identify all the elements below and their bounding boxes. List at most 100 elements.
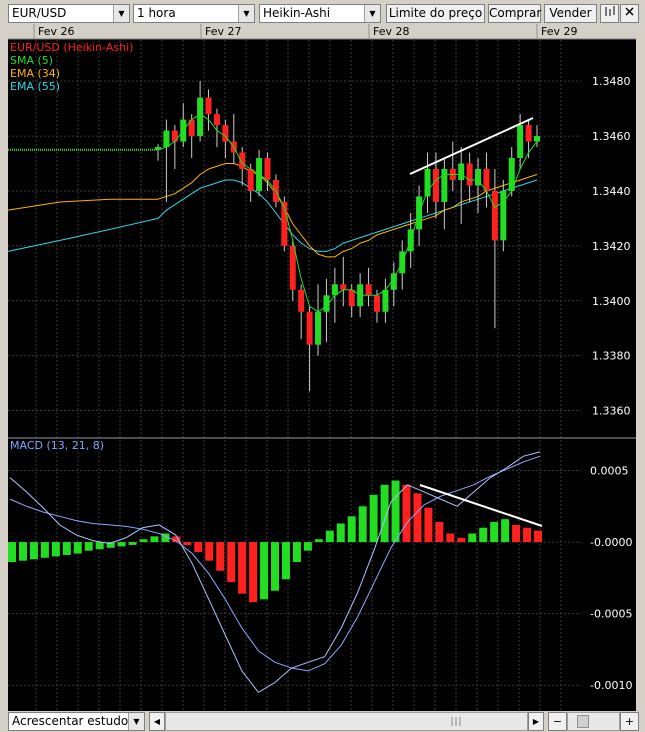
- histogram-bar: [314, 539, 323, 543]
- histogram-bar: [40, 542, 49, 558]
- price-tick-label: 1.3420: [592, 240, 631, 253]
- macd-tick-label: -0.0000: [590, 536, 632, 549]
- price-tick-label: 1.3380: [592, 350, 631, 363]
- candle: [525, 125, 532, 142]
- toolbar: EUR/USD ▼ 1 hora ▼ Heikin-Ashi ▼ Limite …: [0, 2, 645, 24]
- candle: [247, 169, 254, 191]
- candle: [289, 245, 296, 290]
- histogram-bar: [424, 507, 433, 543]
- histogram-bar: [227, 542, 236, 583]
- candle: [298, 289, 305, 312]
- bar-chart-icon[interactable]: [600, 4, 619, 23]
- date-label: Fev 27: [205, 25, 242, 38]
- candle: [458, 163, 465, 180]
- candle: [441, 169, 448, 202]
- histogram-bar: [292, 542, 301, 563]
- macd-tick-label: -0.0005: [590, 608, 632, 621]
- zoom-thumb[interactable]: [577, 715, 589, 728]
- histogram-bar: [238, 542, 247, 594]
- histogram-bar: [479, 527, 488, 543]
- add-study-select[interactable]: Acrescentar estudo ▼: [8, 712, 145, 731]
- zoom-track[interactable]: [567, 712, 620, 731]
- histogram-bar: [8, 542, 16, 563]
- scrollbar-grip-icon[interactable]: [449, 715, 463, 728]
- histogram-bar: [325, 530, 334, 543]
- histogram-bar: [369, 494, 378, 543]
- candle: [340, 284, 347, 290]
- histogram-bar: [413, 493, 422, 543]
- zoom-in-button[interactable]: +: [620, 712, 639, 731]
- timeframe-select[interactable]: 1 hora ▼: [133, 4, 255, 23]
- chart-style-select[interactable]: Heikin-Ashi ▼: [259, 4, 381, 23]
- legend-item: EMA (55): [10, 80, 60, 93]
- chart-background: [8, 24, 636, 711]
- candle: [171, 130, 178, 142]
- candle: [264, 158, 271, 180]
- histogram-bar: [446, 533, 455, 543]
- price-limit-button[interactable]: Limite do preço: [386, 4, 485, 23]
- close-icon[interactable]: [620, 4, 639, 23]
- sell-button[interactable]: Vender: [544, 4, 597, 23]
- legend-item: EUR/USD (Heikin-Ashi): [10, 41, 133, 54]
- histogram-bar: [18, 542, 27, 561]
- chevron-down-icon[interactable]: ▼: [113, 5, 129, 22]
- histogram-bar: [205, 542, 214, 561]
- histogram-bar: [183, 542, 192, 545]
- histogram-bar: [468, 533, 477, 543]
- macd-tick-label: 0.0005: [590, 464, 629, 477]
- date-label: Fev 29: [541, 25, 578, 38]
- histogram-bar: [358, 506, 367, 543]
- zoom-out-button[interactable]: −: [548, 712, 567, 731]
- histogram-bar: [194, 542, 203, 553]
- chart-style-value: Heikin-Ashi: [263, 6, 331, 20]
- candle: [373, 295, 380, 312]
- candle: [382, 289, 389, 312]
- scroll-left-button[interactable]: ◀: [149, 712, 165, 731]
- histogram-bar: [117, 542, 126, 547]
- histogram-bar: [62, 542, 71, 555]
- symbol-value: EUR/USD: [12, 6, 67, 20]
- histogram-bar: [501, 519, 510, 543]
- chart-area[interactable]: Fev 26 Fev 27 Fev 28 Fev 29 1.3480 1.3460 1.3…: [0, 24, 645, 711]
- candle: [534, 136, 540, 142]
- chevron-down-icon[interactable]: ▼: [128, 713, 144, 730]
- histogram-bar: [128, 542, 137, 545]
- histogram-bar: [139, 539, 148, 543]
- histogram-bar: [29, 542, 38, 560]
- chevron-down-icon[interactable]: ▼: [364, 5, 380, 22]
- macd-title: MACD (13, 21, 8): [10, 439, 104, 452]
- candle: [197, 97, 204, 137]
- price-tick-label: 1.3440: [592, 185, 631, 198]
- histogram-bar: [51, 542, 60, 557]
- histogram-bar: [260, 542, 269, 600]
- candle: [517, 125, 524, 159]
- histogram-bar: [534, 530, 542, 543]
- histogram-bar: [271, 542, 279, 591]
- histogram-bar: [95, 542, 104, 550]
- price-tick-label: 1.3400: [592, 295, 631, 308]
- candle: [315, 311, 322, 345]
- candle: [348, 289, 355, 307]
- candle: [239, 152, 246, 170]
- candle: [491, 190, 498, 241]
- candle: [163, 130, 170, 148]
- histogram-bar: [457, 537, 466, 543]
- histogram-bar: [84, 542, 93, 551]
- date-label: Fev 28: [373, 25, 410, 38]
- buy-button[interactable]: Comprar: [488, 4, 541, 23]
- histogram-bar: [249, 542, 258, 603]
- price-tick-label: 1.3360: [592, 405, 631, 418]
- price-tick-label: 1.3480: [592, 75, 631, 88]
- candle: [432, 169, 439, 202]
- histogram-bar: [435, 522, 444, 543]
- macd-tick-label: -0.0010: [590, 679, 632, 692]
- histogram-bar: [281, 542, 290, 580]
- scroll-right-button[interactable]: ▶: [528, 712, 544, 731]
- chevron-down-icon[interactable]: ▼: [238, 5, 254, 22]
- histogram-bar: [73, 542, 82, 554]
- scrollbar-track[interactable]: [165, 712, 528, 731]
- histogram-bar: [391, 480, 400, 543]
- histogram-bar: [336, 523, 345, 543]
- price-tick-label: 1.3460: [592, 130, 631, 143]
- symbol-select[interactable]: EUR/USD ▼: [8, 4, 130, 23]
